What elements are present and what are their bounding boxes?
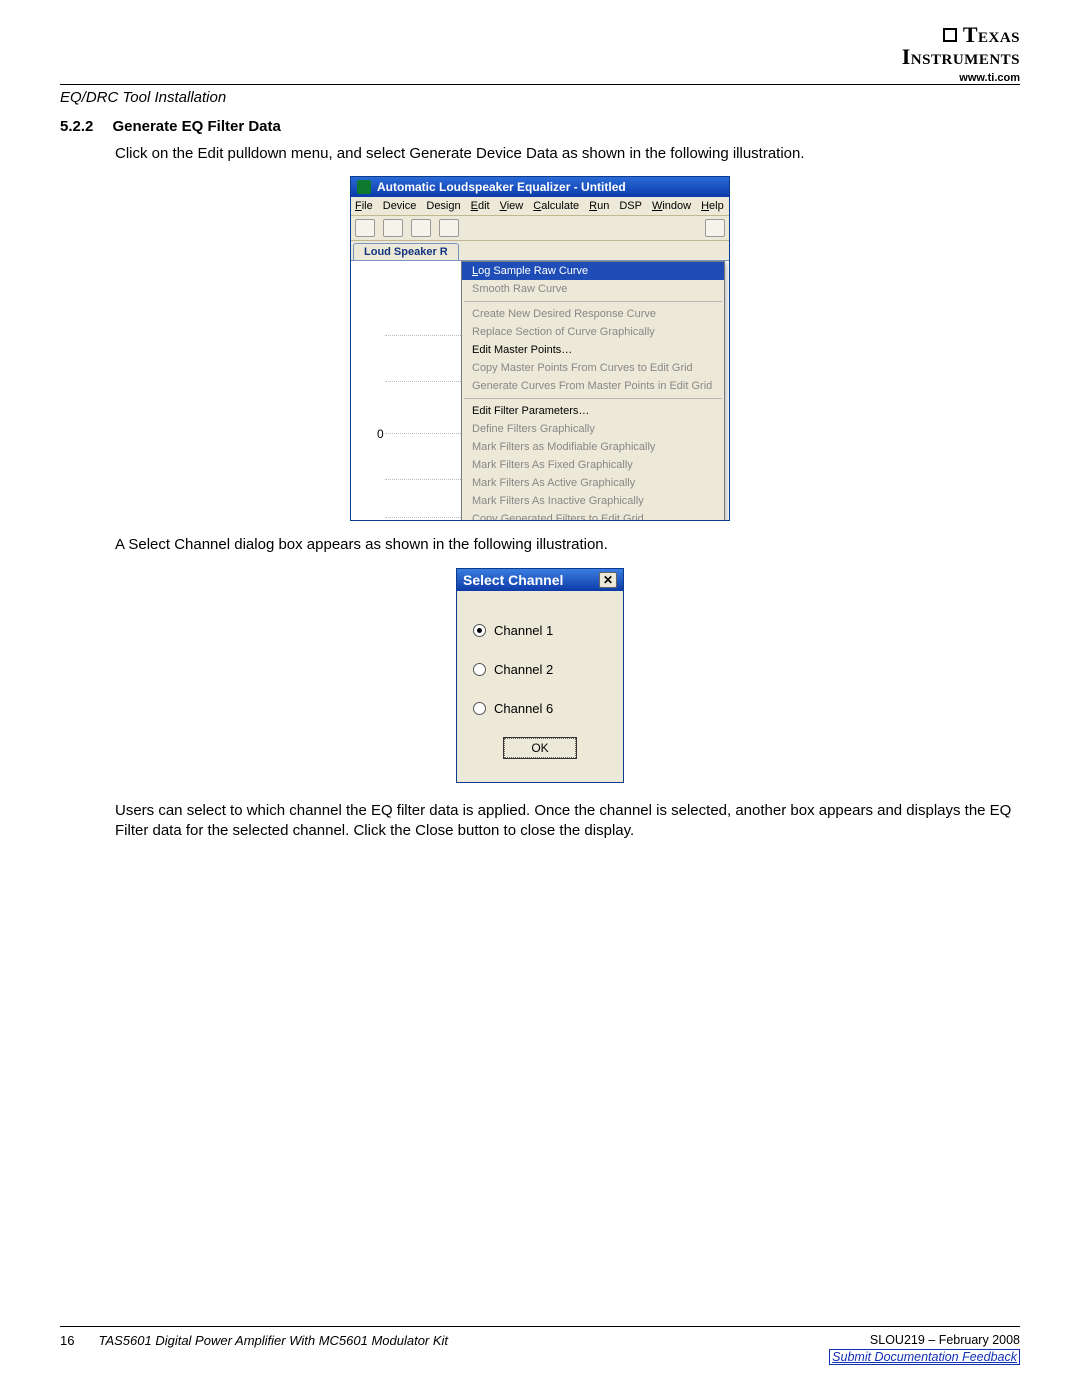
menuitem-generate-master[interactable]: Generate Curves From Master Points in Ed…	[462, 377, 724, 395]
feedback-link[interactable]: Submit Documentation Feedback	[829, 1349, 1020, 1365]
page-footer: 16 TAS5601 Digital Power Amplifier With …	[60, 1326, 1020, 1365]
brand-logo-block: Texas Instruments www.ti.com	[902, 24, 1020, 84]
menu-run[interactable]: Run	[589, 200, 609, 212]
dialog-titlebar: Select Channel ✕	[457, 569, 623, 591]
dialog-title: Select Channel	[463, 572, 563, 588]
menuitem-replace-section[interactable]: Replace Section of Curve Graphically	[462, 323, 724, 341]
tab-strip: Loud Speaker R	[351, 241, 729, 260]
menu-design[interactable]: Design	[426, 200, 460, 212]
toolbar-button-right[interactable]	[705, 219, 725, 237]
chart-canvas: 0 Log Sample Raw Curve Smooth Raw Curve …	[351, 260, 729, 520]
menu-file[interactable]: File	[355, 200, 373, 212]
screenshot-app-window: Automatic Loudspeaker Equalizer - Untitl…	[350, 176, 730, 521]
menu-device[interactable]: Device	[383, 200, 417, 212]
menu-edit[interactable]: Edit	[471, 200, 490, 212]
logo-url: www.ti.com	[902, 72, 1020, 84]
toolbar-button-list[interactable]	[439, 219, 459, 237]
radio-channel-1[interactable]: Channel 1	[467, 611, 613, 650]
toolbar-button-open[interactable]	[355, 219, 375, 237]
menuitem-copy-generated[interactable]: Copy Generated Filters to Edit Grid	[462, 510, 724, 520]
menu-view[interactable]: View	[500, 200, 524, 212]
running-head: EQ/DRC Tool Installation	[60, 85, 1020, 114]
toolbar-button-print[interactable]	[411, 219, 431, 237]
window-titlebar: Automatic Loudspeaker Equalizer - Untitl…	[351, 177, 729, 197]
paragraph-1: Click on the Edit pulldown menu, and sel…	[115, 144, 1020, 164]
paragraph-2: A Select Channel dialog box appears as s…	[115, 535, 1020, 555]
axis-zero-label: 0	[377, 427, 384, 441]
toolbar-button-save[interactable]	[383, 219, 403, 237]
menuitem-mark-modifiable[interactable]: Mark Filters as Modifiable Graphically	[462, 438, 724, 456]
menuitem-copy-master[interactable]: Copy Master Points From Curves to Edit G…	[462, 359, 724, 377]
toolbar	[351, 216, 729, 241]
screenshot-select-channel-dialog: Select Channel ✕ Channel 1 Channel 2 Cha…	[456, 568, 624, 783]
paragraph-3: Users can select to which channel the EQ…	[115, 801, 1020, 842]
menu-calculate[interactable]: Calculate	[533, 200, 579, 212]
menuitem-smooth[interactable]: Smooth Raw Curve	[462, 280, 724, 298]
radio-channel-2[interactable]: Channel 2	[467, 650, 613, 689]
radio-label: Channel 6	[494, 701, 553, 716]
section-number: 5.2.2	[60, 118, 108, 135]
radio-icon	[473, 663, 486, 676]
radio-label: Channel 1	[494, 623, 553, 638]
logo-text-2: Instruments	[902, 46, 1020, 68]
window-title: Automatic Loudspeaker Equalizer - Untitl…	[377, 180, 626, 194]
page-number: 16	[60, 1333, 74, 1348]
ok-button[interactable]: OK	[504, 738, 575, 758]
edit-dropdown: Log Sample Raw Curve Smooth Raw Curve Cr…	[461, 261, 725, 520]
menu-dsp[interactable]: DSP	[619, 200, 642, 212]
radio-icon	[473, 624, 486, 637]
radio-channel-6[interactable]: Channel 6	[467, 689, 613, 728]
ti-chip-icon	[941, 26, 959, 44]
close-icon[interactable]: ✕	[599, 572, 617, 588]
menuitem-log-sample[interactable]: Log Sample Raw Curve	[462, 262, 724, 280]
menuitem-mark-inactive[interactable]: Mark Filters As Inactive Graphically	[462, 492, 724, 510]
section-title: Generate EQ Filter Data	[112, 118, 280, 135]
radio-icon	[473, 702, 486, 715]
menu-window[interactable]: Window	[652, 200, 691, 212]
footer-doc-title: TAS5601 Digital Power Amplifier With MC5…	[98, 1333, 448, 1348]
menubar: File Device Design Edit View Calculate R…	[351, 197, 729, 216]
menuitem-edit-master[interactable]: Edit Master Points…	[462, 341, 724, 359]
footer-docid: SLOU219 – February 2008	[829, 1333, 1020, 1347]
app-icon	[357, 180, 371, 194]
menuitem-define-filters[interactable]: Define Filters Graphically	[462, 420, 724, 438]
menuitem-edit-filter-params[interactable]: Edit Filter Parameters…	[462, 402, 724, 420]
menu-help[interactable]: Help	[701, 200, 724, 212]
menuitem-mark-fixed[interactable]: Mark Filters As Fixed Graphically	[462, 456, 724, 474]
menuitem-create-desired[interactable]: Create New Desired Response Curve	[462, 305, 724, 323]
radio-label: Channel 2	[494, 662, 553, 677]
menuitem-mark-active[interactable]: Mark Filters As Active Graphically	[462, 474, 724, 492]
tab-loudspeaker[interactable]: Loud Speaker R	[353, 243, 459, 260]
